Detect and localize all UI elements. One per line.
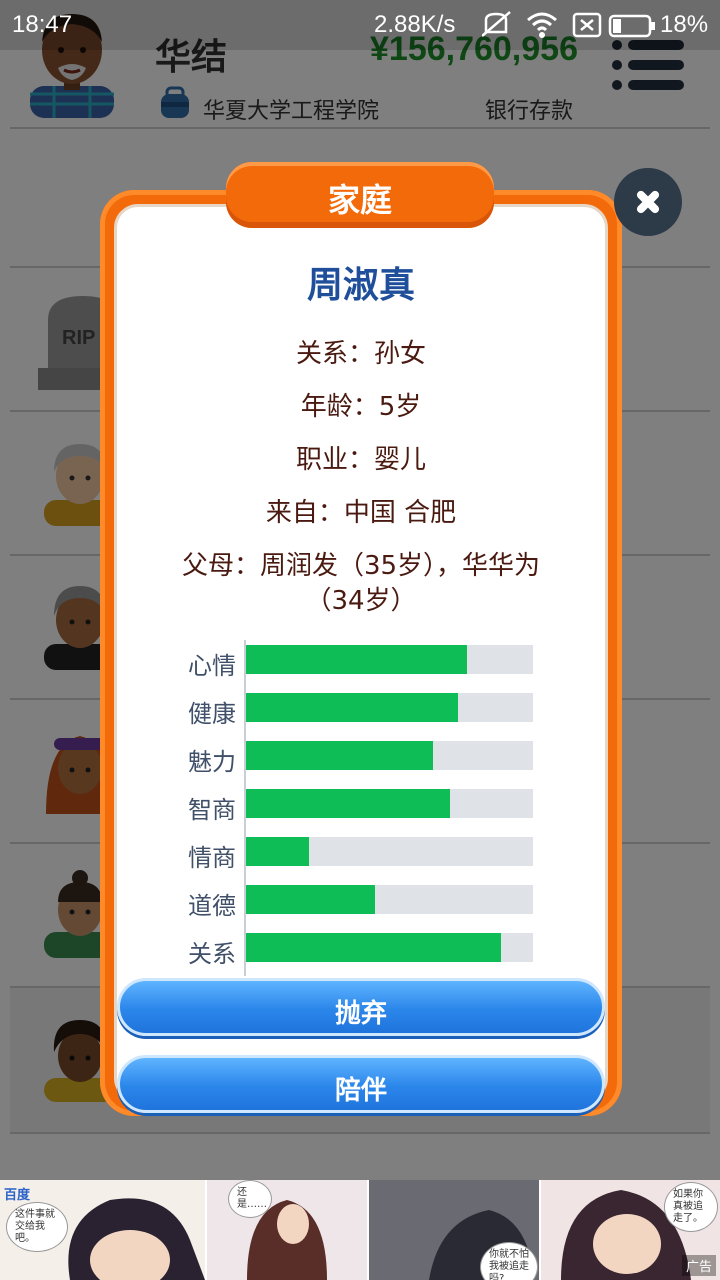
close-button[interactable] [614, 168, 682, 236]
battery-icon [608, 14, 655, 38]
parents-text: 父母：周润发（35岁），华华为 [181, 551, 541, 581]
stat-label: 健康 [188, 700, 236, 728]
ad-speech-bubble: 还是…… [228, 1180, 272, 1218]
ad-speech-bubble: 如果你真被追走了。 [664, 1182, 718, 1232]
stats-panel: 心情 健康 魅力 智商 情商 道德 关系 [160, 640, 540, 976]
ad-banner[interactable]: 百度 这件事就交给我吧。 还是…… 你就不怕我被追走吗? 如果你真被追走了。 广… [0, 1180, 720, 1280]
stat-bar-track [246, 741, 533, 770]
battery-percent: 18% [660, 11, 709, 38]
wifi-icon [527, 12, 557, 38]
stat-label: 智商 [188, 796, 236, 824]
network-speed: 2.88K/s [374, 11, 456, 38]
dialog-title: 家庭 [327, 181, 392, 219]
age-text: 年龄：5岁 [300, 392, 422, 422]
stat-row-mood: 心情 [160, 640, 540, 688]
stat-bar-track [246, 933, 533, 962]
accompany-button-label: 陪伴 [334, 1076, 387, 1106]
abandon-button-label: 抛弃 [334, 999, 387, 1029]
stat-bar-fill [246, 645, 467, 674]
origin-text: 来自：中国 合肥 [265, 498, 457, 528]
mute-icon [482, 11, 511, 37]
ad-brand-logo: 百度 [4, 1188, 31, 1203]
stat-row-health: 健康 [160, 688, 540, 736]
abandon-button[interactable]: 抛弃 [117, 978, 605, 1036]
stat-row-relationship: 关系 [160, 928, 540, 976]
sim-off-icon [572, 12, 602, 38]
stat-bar-fill [246, 837, 310, 866]
ad-speech-bubble: 这件事就交给我吧。 [6, 1202, 68, 1252]
ad-label[interactable]: 广告 [681, 1255, 716, 1276]
stat-bar-fill [246, 741, 433, 770]
stat-row-iq: 智商 [160, 784, 540, 832]
stat-label: 心情 [188, 652, 236, 680]
stat-label: 关系 [188, 940, 236, 968]
stat-bar-track [246, 885, 533, 914]
status-bar: 18:47 2.88K/s 18% [0, 0, 720, 50]
stat-bar-fill [246, 693, 459, 722]
stat-bar-fill [246, 885, 376, 914]
stat-row-charm: 魅力 [160, 736, 540, 784]
accompany-button[interactable]: 陪伴 [117, 1055, 605, 1113]
stat-bar-fill [246, 933, 502, 962]
stat-bar-track [246, 693, 533, 722]
stat-bar-track [246, 837, 533, 866]
stat-label: 魅力 [188, 748, 236, 776]
stat-row-morality: 道德 [160, 880, 540, 928]
stat-row-eq: 情商 [160, 832, 540, 880]
job-text: 职业：婴儿 [295, 445, 426, 475]
dialog-title-tab: 家庭 [226, 162, 494, 228]
status-icons [482, 11, 655, 38]
clock: 18:47 [12, 11, 73, 38]
relation-text: 关系：孙女 [295, 339, 426, 369]
parents-text-continued: （34岁） [305, 586, 417, 616]
stat-label: 道德 [188, 892, 236, 920]
stat-bar-track [246, 645, 533, 674]
member-name: 周淑真 [306, 265, 415, 306]
stat-label: 情商 [188, 844, 236, 872]
stat-bar-fill [246, 789, 450, 818]
stat-bar-track [246, 789, 533, 818]
